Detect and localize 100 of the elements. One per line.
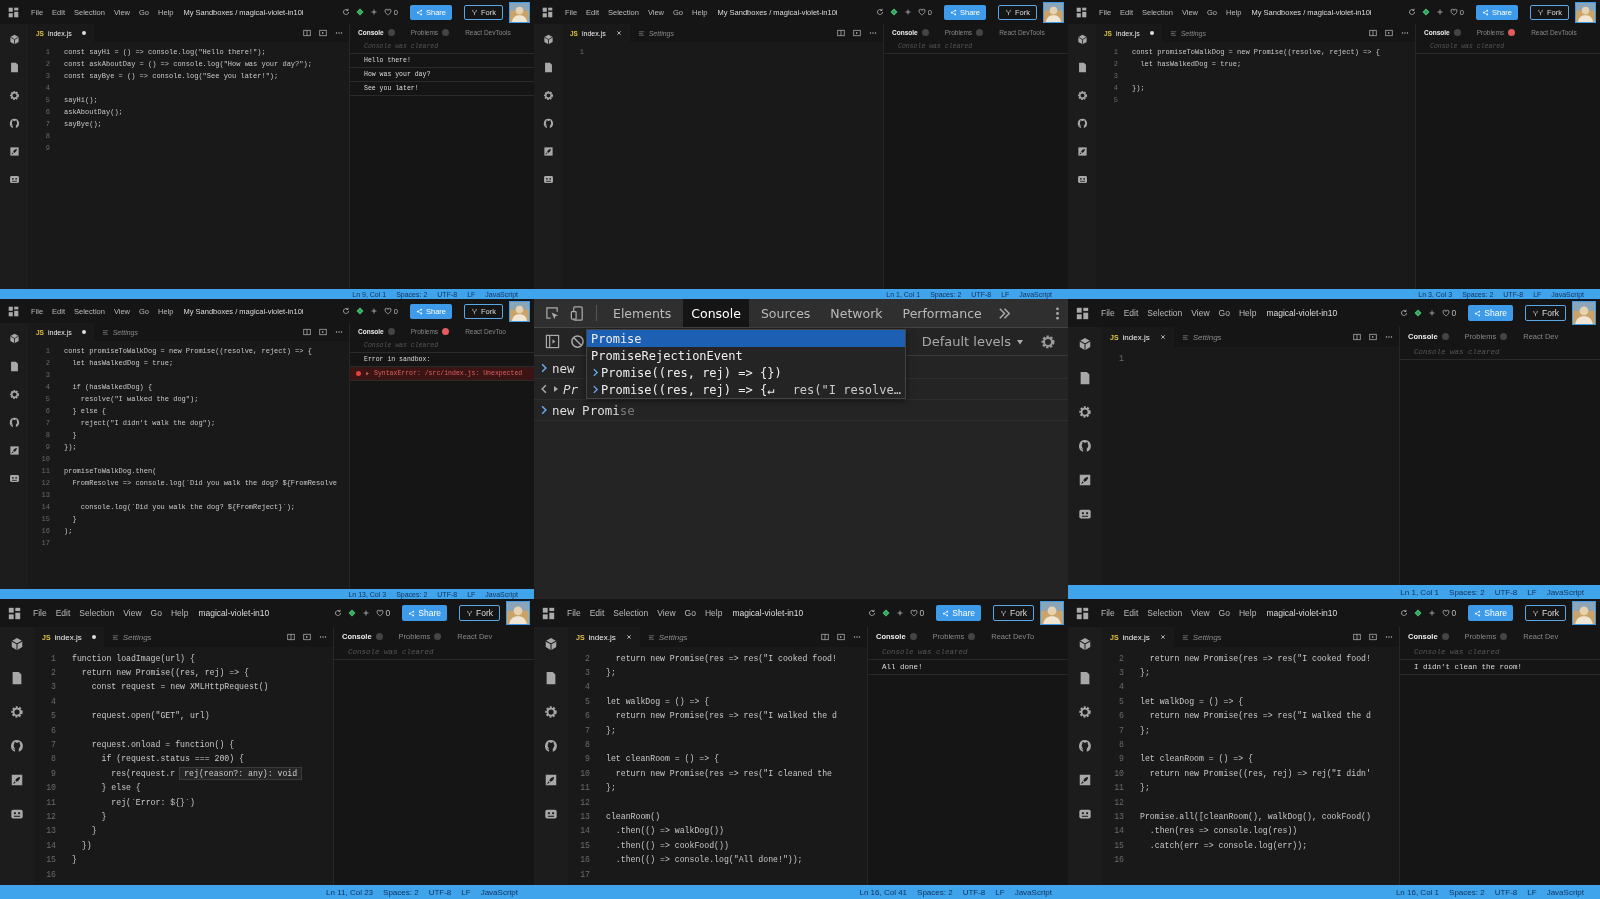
sandbox-path[interactable]: magical-violet-in10 xyxy=(732,608,804,618)
status-item[interactable]: LF xyxy=(995,887,1005,897)
code-line: return new Promise(res => res("I walked the d xyxy=(614,711,837,721)
fork-button[interactable]: Fork xyxy=(1525,305,1566,321)
menu-item[interactable]: Help xyxy=(704,608,723,618)
status-item[interactable]: UTF-8 xyxy=(428,887,452,897)
editor-tab[interactable]: Settings xyxy=(1173,327,1230,347)
status-item[interactable]: JavaScript xyxy=(480,887,518,897)
like-count: 0 xyxy=(919,608,925,618)
autocomplete-item[interactable]: Promise((res, rej) => {}) xyxy=(587,364,905,381)
status-item[interactable]: Ln 16, Col 1 xyxy=(1395,887,1440,897)
fork-button[interactable]: Fork xyxy=(459,605,500,621)
menu-item[interactable]: Go xyxy=(150,608,162,618)
status-item[interactable]: Spaces: 2 xyxy=(1449,887,1485,897)
line-number: 9 xyxy=(584,754,591,764)
status-item[interactable]: UTF-8 xyxy=(1494,587,1518,597)
status-item[interactable]: Spaces: 2 xyxy=(1449,587,1485,597)
code-line: let cleanRoom = () => { xyxy=(1140,754,1253,764)
status-item[interactable]: LF xyxy=(1527,587,1537,597)
menu-item[interactable]: View xyxy=(1191,308,1210,318)
code-line: .catch(err => console.log(err)); xyxy=(1148,840,1308,850)
code-line: request.open("GET", url) xyxy=(90,711,210,721)
menu-item[interactable]: File xyxy=(1101,608,1115,618)
status-item[interactable]: LF xyxy=(461,887,471,897)
devtools-tab[interactable]: Performance xyxy=(894,299,990,327)
sandbox-path[interactable]: magical-violet-in10 xyxy=(1266,308,1338,318)
line-number: 11 xyxy=(579,783,591,793)
status-item[interactable]: UTF-8 xyxy=(962,887,986,897)
code-line: }) xyxy=(80,840,92,850)
levels-dropdown[interactable]: Default levels xyxy=(913,334,1032,349)
sandbox-path[interactable]: magical-violet-in10 xyxy=(1266,608,1338,618)
code-line: return new Promise(res => res("I cooked food! xyxy=(1148,653,1371,663)
menu-item[interactable]: File xyxy=(1101,308,1115,318)
devtools-tab[interactable]: Network xyxy=(822,299,891,327)
status-item[interactable]: UTF-8 xyxy=(1494,887,1518,897)
menu-item[interactable]: Edit xyxy=(55,608,71,618)
line-number: 13 xyxy=(1113,812,1125,821)
menu-item[interactable]: View xyxy=(657,608,676,618)
sandbox-path[interactable]: magical-violet-in10 xyxy=(198,608,270,618)
line-number: 16 xyxy=(579,855,591,865)
line-number: 8 xyxy=(1118,740,1125,750)
status-item[interactable]: JavaScript xyxy=(1546,887,1584,897)
code-line: } else { xyxy=(100,783,141,793)
line-number: 15 xyxy=(1113,840,1125,850)
editor-tab[interactable]: Settings xyxy=(1173,627,1230,647)
menu-item[interactable]: View xyxy=(123,608,142,618)
menu-item[interactable]: Help xyxy=(1238,608,1257,618)
menu-item[interactable]: Go xyxy=(684,608,696,618)
line-number: 5 xyxy=(50,711,57,721)
menu-item[interactable]: Edit xyxy=(1123,308,1139,318)
code-line: let cleanRoom = () => { xyxy=(606,754,719,764)
code-line: .then(() => walkDog()) xyxy=(614,826,724,836)
console-result: Pr xyxy=(563,381,579,397)
menu-item[interactable]: Go xyxy=(1218,308,1230,318)
menu-item[interactable]: Edit xyxy=(589,608,605,618)
status-item[interactable]: Spaces: 2 xyxy=(917,887,953,897)
autocomplete-item[interactable]: Promise xyxy=(587,330,905,347)
tab-label: Settings xyxy=(1192,632,1222,642)
status-item[interactable]: Ln 11, Col 23 xyxy=(326,887,374,897)
menu-item[interactable]: Selection xyxy=(79,608,115,618)
menu-item[interactable]: Selection xyxy=(1147,608,1183,618)
line-number: 6 xyxy=(1118,711,1125,721)
menu-item[interactable]: Go xyxy=(1218,608,1230,618)
line-number: 7 xyxy=(1118,725,1125,735)
line-number: 12 xyxy=(45,812,57,821)
menu-item[interactable]: Selection xyxy=(1147,308,1183,318)
status-item[interactable]: Spaces: 2 xyxy=(383,887,419,897)
like-count: 0 xyxy=(1451,308,1457,318)
code-line: .then(() => cookFood()) xyxy=(614,840,729,850)
like-count: 0 xyxy=(1451,608,1457,618)
menu-item[interactable]: Help xyxy=(1238,308,1257,318)
menu-item[interactable]: File xyxy=(33,608,47,618)
line-number: 11 xyxy=(1113,783,1125,793)
menu-item[interactable]: Help xyxy=(170,608,189,618)
suggestion-detail: res("I resolve… xyxy=(792,382,901,397)
status-item[interactable]: LF xyxy=(1527,887,1537,897)
status-item[interactable]: Ln 1, Col 1 xyxy=(1400,587,1440,597)
status-item[interactable]: JavaScript xyxy=(1014,887,1052,897)
editor-tab[interactable]: Settings xyxy=(103,627,160,647)
menu-item[interactable]: File xyxy=(567,608,581,618)
devtools-tab[interactable]: Elements xyxy=(605,299,680,327)
fork-button[interactable]: Fork xyxy=(1525,605,1566,621)
line-number: 15 xyxy=(45,855,57,865)
autocomplete-item[interactable]: Promise((res, rej) => {↵ res("I resolve… xyxy=(587,381,905,398)
console-input[interactable]: new Promise xyxy=(552,402,635,418)
menu-item[interactable]: View xyxy=(1191,608,1210,618)
status-item[interactable]: JavaScript xyxy=(1546,587,1584,597)
line-number: 14 xyxy=(1113,826,1125,836)
devtools-tab[interactable]: Sources xyxy=(752,299,819,327)
menu-item[interactable]: Edit xyxy=(1123,608,1139,618)
line-number: 9 xyxy=(50,768,57,778)
fork-button[interactable]: Fork xyxy=(993,605,1034,621)
line-number: 11 xyxy=(45,797,57,807)
autocomplete-item[interactable]: PromiseRejectionEvent xyxy=(587,347,905,364)
code-line: return new Promise((res, rej) => rej("I didn' xyxy=(1148,768,1371,778)
devtools-tab[interactable]: Console xyxy=(683,299,749,327)
editor-tab[interactable]: Settings xyxy=(639,627,696,647)
status-item[interactable]: Ln 16, Col 41 xyxy=(859,887,908,897)
code-line: }; xyxy=(606,783,616,793)
menu-item[interactable]: Selection xyxy=(613,608,649,618)
